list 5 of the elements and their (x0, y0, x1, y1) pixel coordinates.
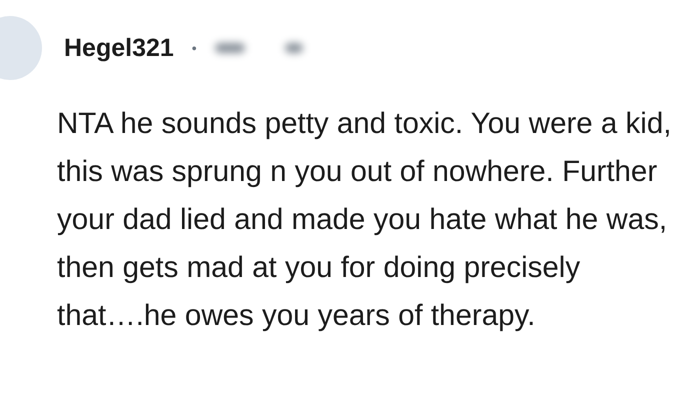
comment-text: NTA he sounds petty and toxic. You were a kid, this was sprung n you out of nowhere. Further your dad lied and made you hate what he was, then gets mad at you for doing precisely that….he owes you years of therapy. (57, 106, 672, 334)
separator-dot: • (192, 40, 197, 56)
blurred-timestamp (214, 43, 245, 53)
username[interactable]: Hegel321 (64, 34, 174, 62)
blurred-mark (284, 43, 303, 53)
